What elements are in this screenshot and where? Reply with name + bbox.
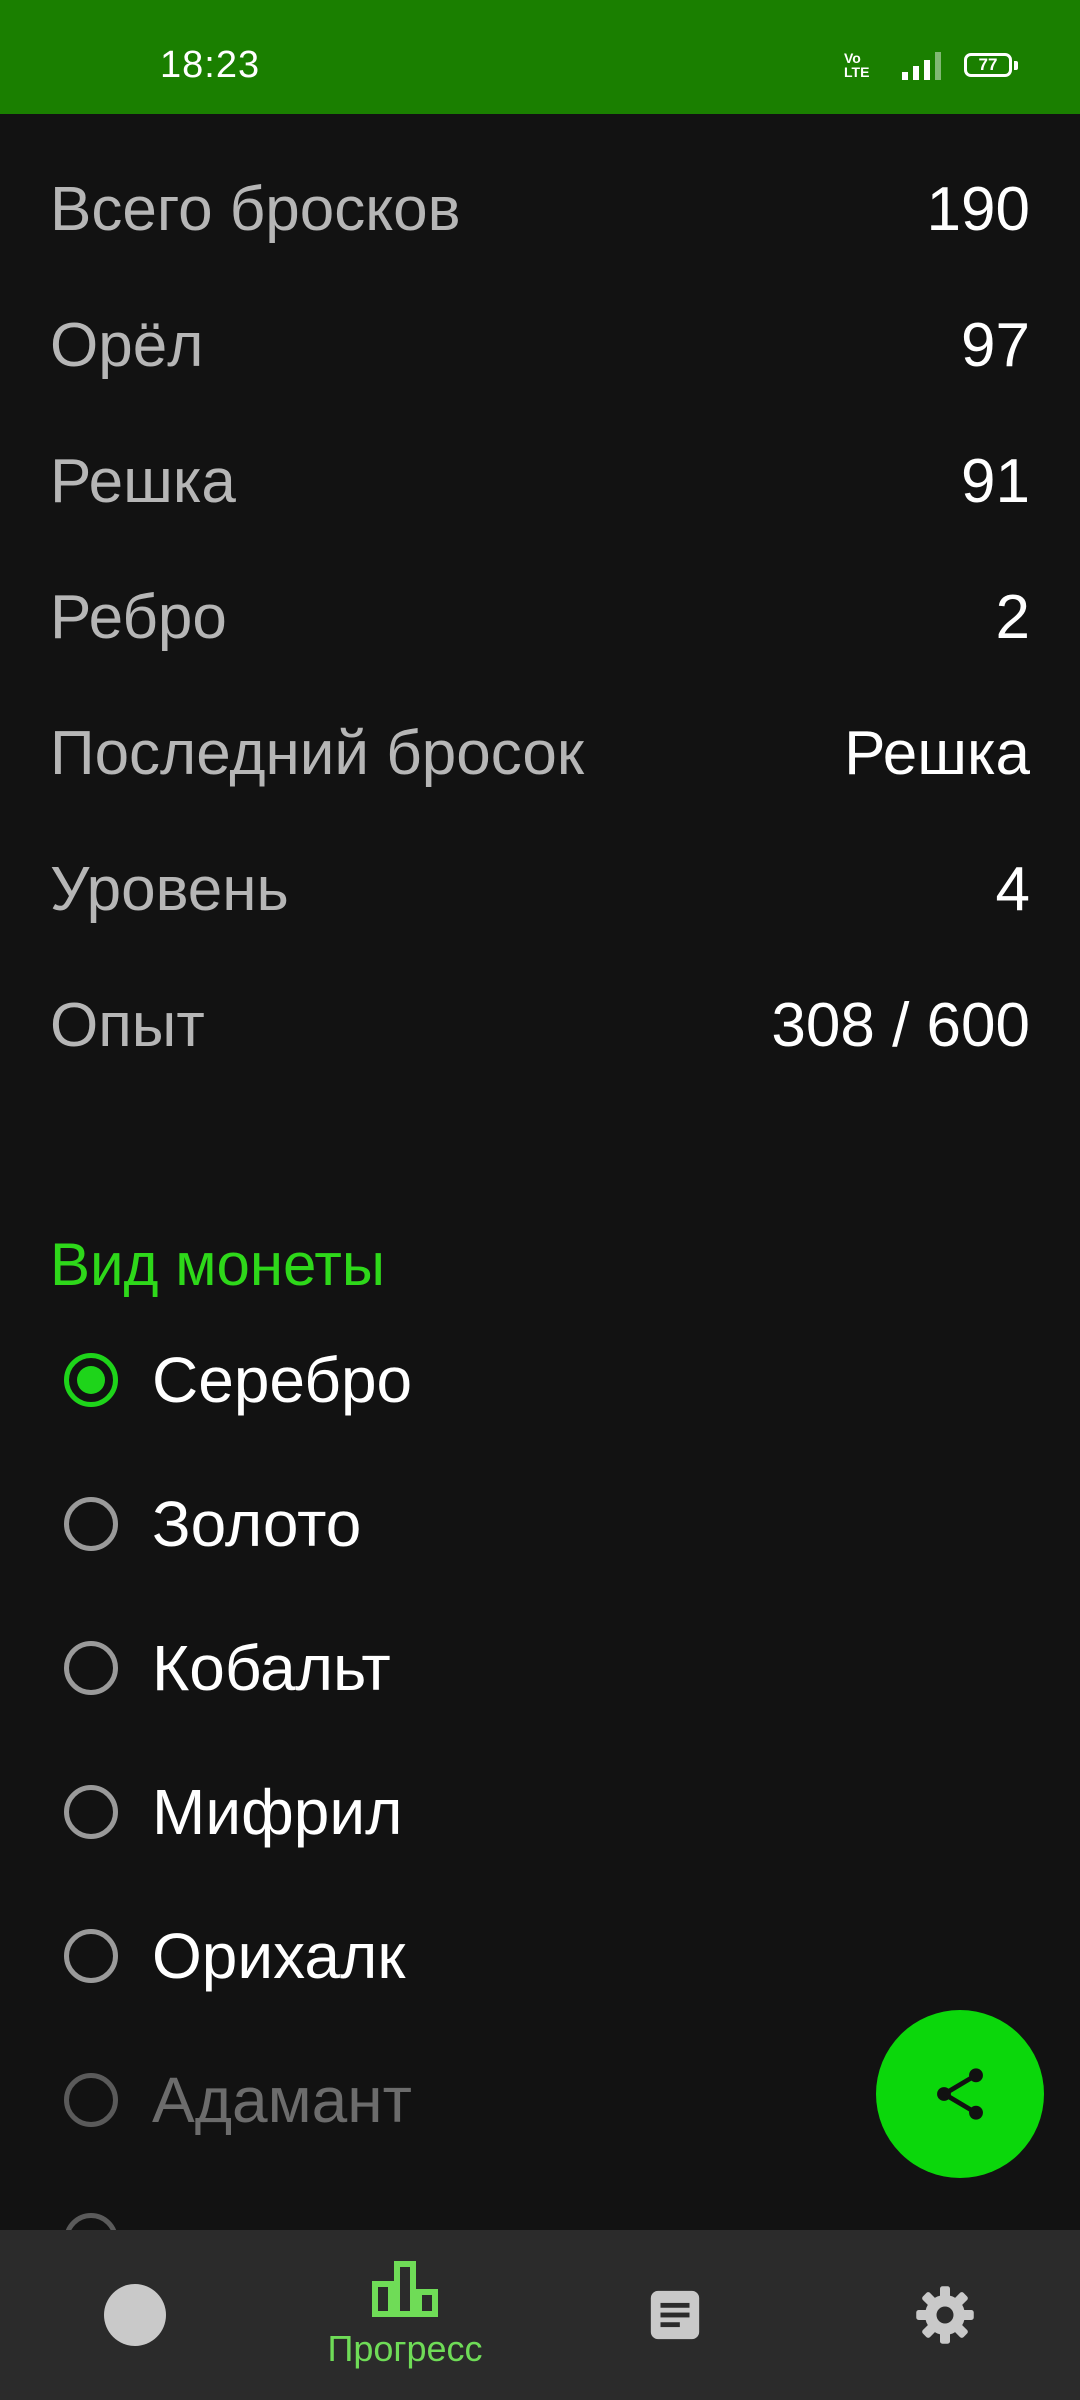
- radio-unchecked-icon[interactable]: [64, 1497, 118, 1551]
- status-time: 18:23: [160, 44, 261, 86]
- stat-label: Орёл: [50, 310, 204, 380]
- stat-value: 190: [926, 174, 1030, 244]
- stat-label: Опыт: [50, 990, 205, 1060]
- gear-icon: [916, 2286, 974, 2344]
- document-icon: [650, 2290, 700, 2340]
- stat-label: Ребро: [50, 582, 227, 652]
- stat-row-total-throws: Всего бросков 190: [50, 159, 1030, 259]
- stat-row-experience: Опыт 308 / 600: [50, 975, 1030, 1075]
- coin-type-title: Вид монеты: [50, 1231, 385, 1298]
- main-content: Всего бросков 190 Орёл 97 Решка 91 Ребро…: [0, 114, 1080, 2230]
- nav-label-progress: Прогресс: [327, 2328, 483, 2369]
- coin-option-label: Серебро: [152, 1344, 413, 1416]
- volte-icon: Vo LTE: [844, 51, 880, 79]
- signal-icon: [902, 52, 941, 80]
- coin-option-silver[interactable]: Серебро: [64, 1320, 412, 1440]
- status-icons: Vo LTE 77: [844, 50, 1018, 80]
- bottom-navigation: Прогресс: [0, 2230, 1080, 2400]
- coin-option-gold[interactable]: Золото: [64, 1464, 361, 1584]
- radio-disabled-icon: [64, 2213, 118, 2230]
- coin-option-label: Золото: [152, 1488, 362, 1560]
- stat-value: Решка: [844, 718, 1030, 788]
- coin-option-adamant: Адамант: [64, 2040, 412, 2160]
- coin-option-cobalt[interactable]: Кобальт: [64, 1608, 391, 1728]
- nav-item-settings[interactable]: [810, 2230, 1080, 2400]
- bar-chart-icon: [372, 2261, 438, 2317]
- stat-label: Уровень: [50, 854, 289, 924]
- stat-value: 308 / 600: [771, 990, 1030, 1060]
- volte-top-text: Vo: [844, 50, 861, 66]
- stat-value: 2: [995, 582, 1030, 652]
- nav-item-coin[interactable]: [0, 2230, 270, 2400]
- nav-item-progress[interactable]: Прогресс: [270, 2230, 540, 2400]
- stat-value: 4: [995, 854, 1030, 924]
- battery-icon: 77: [964, 53, 1018, 77]
- coin-option-label: Орихалк: [152, 1920, 406, 1992]
- stat-row-level: Уровень 4: [50, 839, 1030, 939]
- radio-disabled-icon: [64, 2073, 118, 2127]
- stat-row-heads: Орёл 97: [50, 295, 1030, 395]
- stat-label: Последний бросок: [50, 718, 585, 788]
- stat-value: 97: [961, 310, 1030, 380]
- coin-icon: [104, 2284, 166, 2346]
- coin-option-label: Адамант: [152, 2064, 412, 2136]
- share-icon: [937, 2068, 983, 2120]
- radio-unchecked-icon[interactable]: [64, 1641, 118, 1695]
- coin-option-orichalcum[interactable]: Орихалк: [64, 1896, 405, 2016]
- coin-option-label: Мифрил: [152, 1776, 403, 1848]
- stat-row-last-throw: Последний бросок Решка: [50, 703, 1030, 803]
- radio-unchecked-icon[interactable]: [64, 1785, 118, 1839]
- stat-label: Всего бросков: [50, 174, 461, 244]
- status-bar: 18:23 Vo LTE 77: [0, 0, 1080, 114]
- share-button[interactable]: [876, 2010, 1044, 2178]
- volte-bottom-text: LTE: [844, 64, 870, 80]
- coin-option-mithril[interactable]: Мифрил: [64, 1752, 402, 1872]
- nav-item-log[interactable]: [540, 2230, 810, 2400]
- radio-unchecked-icon[interactable]: [64, 1929, 118, 1983]
- stat-row-tails: Решка 91: [50, 431, 1030, 531]
- coin-option-partial: [64, 2180, 152, 2230]
- stat-row-edge: Ребро 2: [50, 567, 1030, 667]
- coin-option-label: Кобальт: [152, 1632, 391, 1704]
- stat-value: 91: [961, 446, 1030, 516]
- stat-label: Решка: [50, 446, 236, 516]
- radio-checked-icon[interactable]: [64, 1353, 118, 1407]
